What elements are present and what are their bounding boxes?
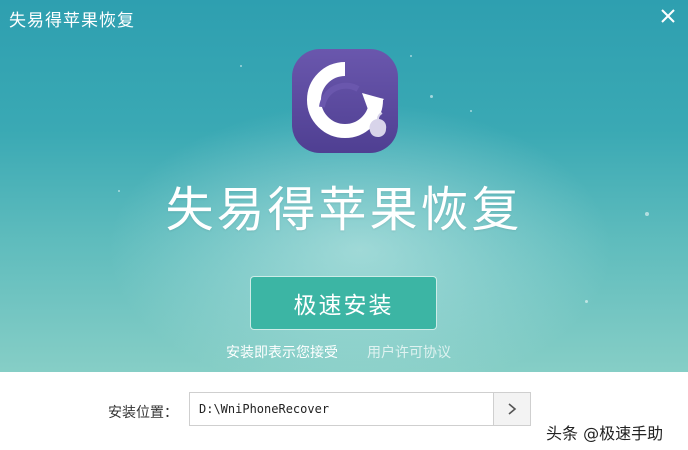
decor-star [240,65,242,67]
license-link[interactable]: 用户许可协议 [367,342,451,362]
install-button[interactable]: 极速安装 [250,276,437,330]
app-name: 失易得苹果恢复 [165,182,523,238]
install-path-label: 安装位置： [108,405,178,421]
install-path-input[interactable]: D:\WniPhoneRecover [189,392,494,426]
agreement-text: 安装即表示您接受 [226,345,338,361]
watermark-text: 头条 @极速手助 [546,424,664,443]
decor-star [585,300,588,303]
decor-star [430,95,433,98]
decor-star [470,110,472,112]
window-title: 失易得苹果恢复 [9,11,135,31]
close-icon [661,9,675,23]
decor-star [410,55,412,57]
close-button[interactable] [654,2,682,30]
hero-background: 失易得苹果恢复 失易得苹果恢复 极速安装 安装即表示您接受 用户许可协议 [0,0,688,372]
browse-button[interactable] [494,392,531,426]
recovery-logo-icon [292,49,398,153]
chevron-right-icon [508,403,517,415]
install-path-value: D:\WniPhoneRecover [199,402,330,416]
